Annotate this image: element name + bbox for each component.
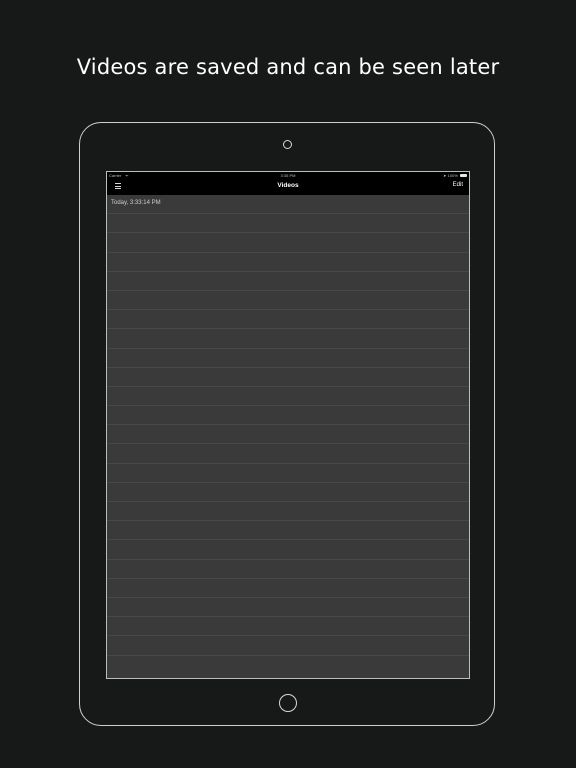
empty-row [107,291,469,311]
list-item[interactable]: Today, 3:33:14 PM [107,195,469,215]
empty-row [107,406,469,426]
location-arrow-icon: ➤ [443,173,447,178]
empty-row [107,233,469,253]
status-right: ➤ 100% [443,172,467,179]
camera-icon [283,140,292,149]
empty-row [107,349,469,368]
status-bar: Carrier ᯤ 3:35 PM ➤ 100% [107,172,469,179]
empty-row [107,329,469,349]
empty-row [107,387,469,407]
empty-row [107,598,469,618]
battery-icon [460,174,467,178]
nav-title: Videos [277,182,299,189]
empty-row [107,214,469,234]
empty-row [107,636,469,656]
navigation-bar: Videos Edit [107,179,469,195]
edit-button[interactable]: Edit [453,182,463,188]
empty-row [107,310,469,330]
empty-row [107,253,469,272]
empty-row [107,444,469,464]
empty-row [107,521,469,541]
status-time: 3:35 PM [280,173,296,178]
empty-row [107,464,469,483]
empty-row [107,579,469,598]
empty-row [107,540,469,560]
promo-headline: Videos are saved and can be seen later [76,55,500,79]
home-button[interactable] [279,694,297,712]
empty-row [107,272,469,291]
empty-row [107,502,469,522]
video-timestamp: Today, 3:33:14 PM [111,200,161,206]
empty-row [107,560,469,579]
promo-page: Videos are saved and can be seen later C… [0,0,576,768]
battery-percent: 100% [447,173,458,178]
video-list: Today, 3:33:14 PM [107,195,469,656]
empty-row [107,425,469,445]
empty-row [107,483,469,502]
device-screen: Carrier ᯤ 3:35 PM ➤ 100% Videos Edit Tod… [106,171,470,679]
empty-row [107,368,469,387]
empty-row [107,617,469,637]
